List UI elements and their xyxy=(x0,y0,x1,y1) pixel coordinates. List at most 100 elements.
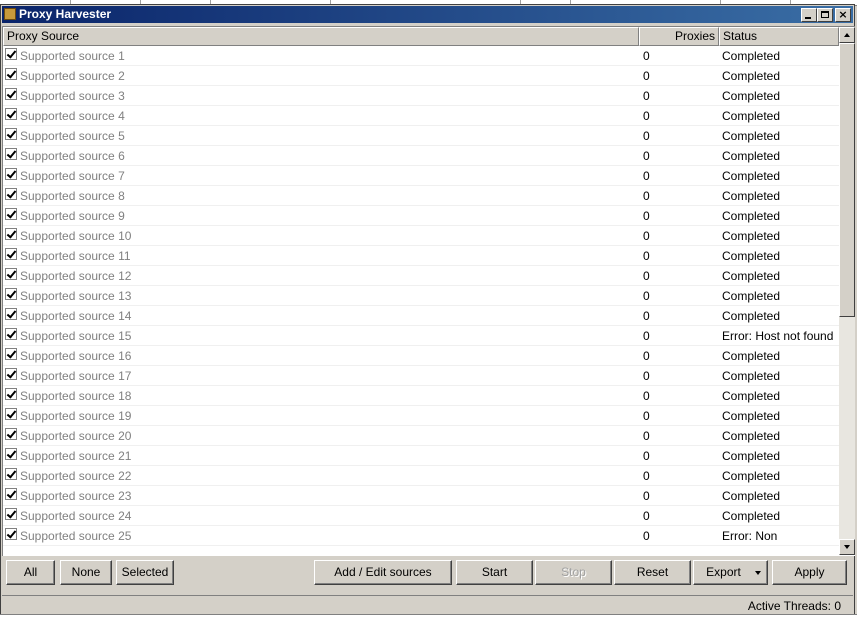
proxy-count: 0 xyxy=(643,269,650,283)
arrow-down-icon xyxy=(844,545,850,549)
source-name: Supported source 12 xyxy=(20,269,132,283)
select-all-button[interactable]: All xyxy=(6,560,55,585)
source-checkbox[interactable] xyxy=(5,448,17,460)
source-checkbox[interactable] xyxy=(5,488,17,500)
source-checkbox[interactable] xyxy=(5,408,17,420)
table-row[interactable]: Supported source 6 0 Completed xyxy=(3,146,839,166)
table-row[interactable]: Supported source 16 0 Completed xyxy=(3,346,839,366)
source-checkbox[interactable] xyxy=(5,248,17,260)
table-row[interactable]: Supported source 19 0 Completed xyxy=(3,406,839,426)
minimize-button[interactable] xyxy=(801,8,817,22)
table-row[interactable]: Supported source 21 0 Completed xyxy=(3,446,839,466)
source-name: Supported source 21 xyxy=(20,449,132,463)
minimize-icon xyxy=(805,17,811,19)
proxy-count: 0 xyxy=(643,189,650,203)
export-label: Export xyxy=(706,565,741,579)
table-row[interactable]: Supported source 4 0 Completed xyxy=(3,106,839,126)
table-row[interactable]: Supported source 17 0 Completed xyxy=(3,366,839,386)
table-row[interactable]: Supported source 10 0 Completed xyxy=(3,226,839,246)
title-bar[interactable]: Proxy Harvester × xyxy=(2,6,853,23)
scroll-up-button[interactable] xyxy=(839,27,855,43)
source-checkbox[interactable] xyxy=(5,128,17,140)
source-checkbox[interactable] xyxy=(5,268,17,280)
source-name: Supported source 22 xyxy=(20,469,132,483)
source-checkbox[interactable] xyxy=(5,168,17,180)
column-header-source[interactable]: Proxy Source xyxy=(3,27,639,46)
table-row[interactable]: Supported source 12 0 Completed xyxy=(3,266,839,286)
source-status: Completed xyxy=(722,209,781,223)
source-checkbox[interactable] xyxy=(5,148,17,160)
source-status: Completed xyxy=(722,509,781,523)
table-row[interactable]: Supported source 20 0 Completed xyxy=(3,426,839,446)
select-selected-button[interactable]: Selected xyxy=(116,560,174,585)
source-checkbox[interactable] xyxy=(5,348,17,360)
source-checkbox[interactable] xyxy=(5,328,17,340)
table-row[interactable]: Supported source 2 0 Completed xyxy=(3,66,839,86)
add-edit-sources-button[interactable]: Add / Edit sources xyxy=(314,560,452,585)
source-checkbox[interactable] xyxy=(5,368,17,380)
source-status: Completed xyxy=(722,469,781,483)
table-row[interactable]: Supported source 9 0 Completed xyxy=(3,206,839,226)
table-row[interactable]: Supported source 14 0 Completed xyxy=(3,306,839,326)
source-status: Completed xyxy=(722,489,781,503)
stop-button[interactable]: Stop xyxy=(535,560,612,585)
vertical-scrollbar[interactable] xyxy=(839,27,855,555)
start-button[interactable]: Start xyxy=(456,560,533,585)
source-checkbox[interactable] xyxy=(5,208,17,220)
table-row[interactable]: Supported source 24 0 Completed xyxy=(3,506,839,526)
source-checkbox[interactable] xyxy=(5,388,17,400)
proxy-source-list[interactable]: Proxy Source Proxies Status Supported so… xyxy=(2,26,855,556)
table-row[interactable]: Supported source 8 0 Completed xyxy=(3,186,839,206)
table-row[interactable]: Supported source 7 0 Completed xyxy=(3,166,839,186)
active-threads-label: Active Threads: 0 xyxy=(747,599,841,613)
source-name: Supported source 4 xyxy=(20,109,125,123)
proxy-count: 0 xyxy=(643,49,650,63)
source-checkbox[interactable] xyxy=(5,48,17,60)
table-row[interactable]: Supported source 13 0 Completed xyxy=(3,286,839,306)
proxy-count: 0 xyxy=(643,309,650,323)
source-checkbox[interactable] xyxy=(5,288,17,300)
source-name: Supported source 11 xyxy=(20,249,131,263)
close-button[interactable]: × xyxy=(835,8,851,22)
table-row[interactable]: Supported source 5 0 Completed xyxy=(3,126,839,146)
column-header-status[interactable]: Status xyxy=(719,27,839,46)
source-status: Completed xyxy=(722,449,781,463)
source-name: Supported source 10 xyxy=(20,229,132,243)
export-dropdown-button[interactable]: Export xyxy=(693,560,768,585)
source-checkbox[interactable] xyxy=(5,108,17,120)
table-row[interactable]: Supported source 18 0 Completed xyxy=(3,386,839,406)
proxy-count: 0 xyxy=(643,249,650,263)
table-row[interactable]: Supported source 23 0 Completed xyxy=(3,486,839,506)
proxy-count: 0 xyxy=(643,449,650,463)
source-name: Supported source 14 xyxy=(20,309,132,323)
source-name: Supported source 19 xyxy=(20,409,132,423)
source-checkbox[interactable] xyxy=(5,468,17,480)
table-row[interactable]: Supported source 11 0 Completed xyxy=(3,246,839,266)
column-header-proxies[interactable]: Proxies xyxy=(639,27,719,46)
source-name: Supported source 23 xyxy=(20,489,132,503)
proxy-count: 0 xyxy=(643,489,650,503)
scroll-down-button[interactable] xyxy=(839,539,855,555)
reset-button[interactable]: Reset xyxy=(614,560,691,585)
source-checkbox[interactable] xyxy=(5,428,17,440)
table-row[interactable]: Supported source 15 0 Error: Host not foun… xyxy=(3,326,839,346)
proxy-count: 0 xyxy=(643,69,650,83)
proxy-count: 0 xyxy=(643,349,650,363)
table-row[interactable]: Supported source 1 0 Completed xyxy=(3,46,839,66)
table-row[interactable]: Supported source 22 0 Completed xyxy=(3,466,839,486)
source-checkbox[interactable] xyxy=(5,508,17,520)
source-checkbox[interactable] xyxy=(5,88,17,100)
source-checkbox[interactable] xyxy=(5,528,17,540)
proxy-count: 0 xyxy=(643,109,650,123)
source-name: Supported source 16 xyxy=(20,349,132,363)
table-row[interactable]: Supported source 3 0 Completed xyxy=(3,86,839,106)
maximize-button[interactable] xyxy=(817,8,833,22)
source-checkbox[interactable] xyxy=(5,188,17,200)
select-none-button[interactable]: None xyxy=(60,560,112,585)
table-row[interactable]: Supported source 25 0 Error: Non xyxy=(3,526,839,546)
source-checkbox[interactable] xyxy=(5,68,17,80)
apply-button[interactable]: Apply xyxy=(772,560,847,585)
source-checkbox[interactable] xyxy=(5,308,17,320)
scroll-thumb[interactable] xyxy=(839,43,855,317)
source-checkbox[interactable] xyxy=(5,228,17,240)
